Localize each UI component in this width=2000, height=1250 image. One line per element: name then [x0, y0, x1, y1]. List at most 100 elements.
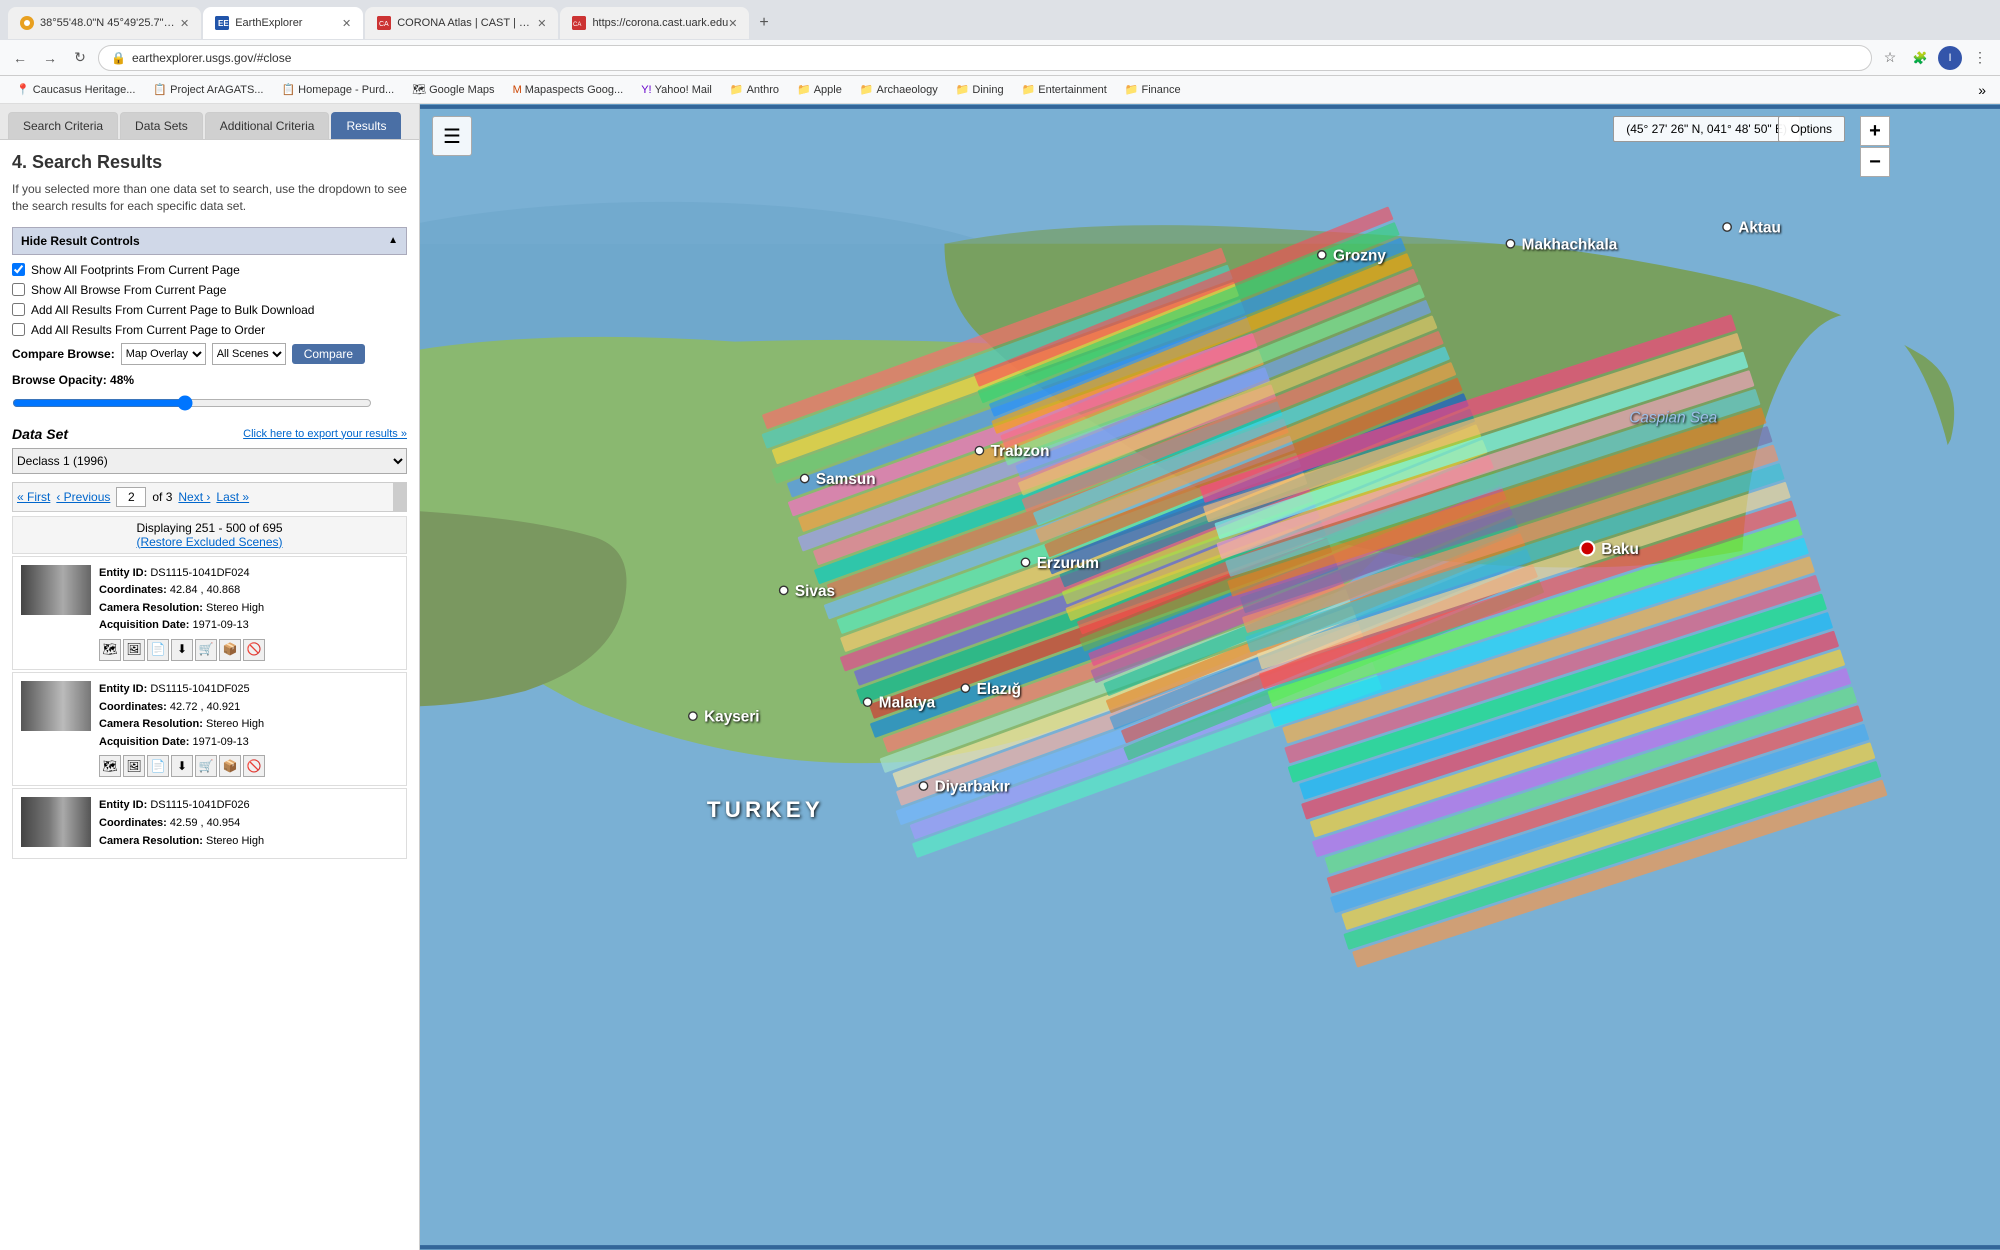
- tab-data-sets[interactable]: Data Sets: [120, 112, 203, 139]
- action-icon-2e[interactable]: 🛒: [195, 755, 217, 777]
- zoom-out-button[interactable]: −: [1860, 147, 1890, 177]
- tab-favicon-1: [20, 16, 34, 30]
- tab-favicon-2: EE: [215, 16, 229, 30]
- opacity-label: Browse Opacity: 48%: [12, 373, 134, 387]
- reload-button[interactable]: ↻: [68, 46, 92, 70]
- browser-tab-3[interactable]: CA CORONA Atlas | CAST | Univer... ✕: [365, 7, 558, 39]
- coordinates-label-2: Coordinates:: [99, 701, 167, 713]
- new-tab-button[interactable]: +: [751, 10, 776, 36]
- entity-id-value-1: DS1115-1041DF024: [150, 567, 249, 579]
- back-button[interactable]: ←: [8, 46, 32, 70]
- address-bar[interactable]: 🔒 earthexplorer.usgs.gov/#close: [98, 45, 1872, 71]
- tab-additional-criteria[interactable]: Additional Criteria: [205, 112, 330, 139]
- tab-bar: 38°55'48.0"N 45°49'25.7"E - ... ✕ EE Ear…: [0, 0, 2000, 40]
- bookmark-finance[interactable]: 📁 Finance: [1117, 81, 1189, 98]
- action-icon-2a[interactable]: 🗺: [99, 755, 121, 777]
- bookmark-mapaspects[interactable]: M Mapaspects Goog...: [505, 82, 632, 98]
- bookmark-apple[interactable]: 📁 Apple: [789, 81, 850, 98]
- action-icon-1c[interactable]: 📄: [147, 639, 169, 661]
- camera-res-value-2: Stereo High: [206, 718, 264, 730]
- action-icon-1a[interactable]: 🗺: [99, 639, 121, 661]
- scroll-handle[interactable]: [393, 482, 407, 512]
- compare-scenes-select[interactable]: All Scenes: [212, 343, 286, 365]
- app-container: Search Criteria Data Sets Additional Cri…: [0, 104, 2000, 1250]
- first-page-link[interactable]: « First: [17, 490, 50, 504]
- tab-close-2[interactable]: ✕: [342, 17, 351, 30]
- tab-close-3[interactable]: ✕: [537, 17, 546, 30]
- svg-text:TURKEY: TURKEY: [707, 797, 824, 822]
- bookmark-yahoo[interactable]: Y! Yahoo! Mail: [633, 82, 720, 98]
- tab-results[interactable]: Results: [331, 112, 401, 139]
- bookmark-button[interactable]: ☆: [1878, 46, 1902, 70]
- add-to-order-checkbox[interactable]: [12, 323, 25, 336]
- result-actions-2: 🗺 🖼 📄 ⬇ 🛒 📦 🚫: [99, 755, 398, 777]
- browser-tab-4[interactable]: CA https://corona.cast.uark.edu ✕: [560, 7, 749, 39]
- folder-icon-finance: 📁: [1125, 83, 1139, 96]
- action-icon-2f[interactable]: 📦: [219, 755, 241, 777]
- result-item-2: Entity ID: DS1115-1041DF025 Coordinates:…: [12, 672, 407, 786]
- tab-close-4[interactable]: ✕: [728, 17, 737, 30]
- checkboxes-container: Show All Footprints From Current Page Sh…: [12, 263, 407, 337]
- bookmark-icon-googlemaps: 🗺: [412, 83, 426, 96]
- extensions-button[interactable]: 🧩: [1908, 46, 1932, 70]
- checkbox-row-3: Add All Results From Current Page to Bul…: [12, 303, 407, 317]
- layers-button[interactable]: ☰: [432, 116, 472, 156]
- camera-res-label-2: Camera Resolution:: [99, 718, 203, 730]
- prev-page-link[interactable]: ‹ Previous: [56, 490, 110, 504]
- map-svg: Grozny Makhachkala Samsun Trabzon Erzuru…: [420, 104, 2000, 1250]
- result-thumbnail-3: [21, 797, 91, 847]
- bookmark-label-archaeology: Archaeology: [877, 84, 938, 96]
- next-page-link[interactable]: Next ›: [178, 490, 210, 504]
- restore-excluded-link[interactable]: (Restore Excluded Scenes): [136, 535, 282, 549]
- zoom-in-button[interactable]: +: [1860, 116, 1890, 146]
- export-results-link[interactable]: Click here to export your results »: [243, 428, 407, 440]
- bookmark-caucasus[interactable]: 📍 Caucasus Heritage...: [8, 81, 143, 98]
- map-options-button[interactable]: Options: [1778, 116, 1845, 142]
- bookmark-dining[interactable]: 📁 Dining: [948, 81, 1012, 98]
- action-icon-2c[interactable]: 📄: [147, 755, 169, 777]
- browser-tab-1[interactable]: 38°55'48.0"N 45°49'25.7"E - ... ✕: [8, 7, 201, 39]
- bookmark-aragats[interactable]: 📋 Project ArAGATS...: [145, 81, 271, 98]
- compare-button[interactable]: Compare: [292, 344, 365, 364]
- show-browse-checkbox[interactable]: [12, 283, 25, 296]
- action-icon-2g[interactable]: 🚫: [243, 755, 265, 777]
- bookmark-homepage[interactable]: 📋 Homepage - Purd...: [273, 81, 402, 98]
- controls-collapsible[interactable]: Hide Result Controls ▲: [12, 227, 407, 255]
- section-description: If you selected more than one data set t…: [12, 181, 407, 215]
- add-to-order-label: Add All Results From Current Page to Ord…: [31, 323, 265, 337]
- action-icon-2b[interactable]: 🖼: [123, 755, 145, 777]
- show-browse-label: Show All Browse From Current Page: [31, 283, 226, 297]
- bookmark-entertainment[interactable]: 📁 Entertainment: [1014, 81, 1115, 98]
- layers-icon[interactable]: ☰: [432, 116, 472, 156]
- bookmark-anthro[interactable]: 📁 Anthro: [722, 81, 787, 98]
- menu-button[interactable]: ⋮: [1968, 46, 1992, 70]
- opacity-slider[interactable]: [12, 395, 372, 411]
- map-area[interactable]: Grozny Makhachkala Samsun Trabzon Erzuru…: [420, 104, 2000, 1250]
- last-page-link[interactable]: Last »: [216, 490, 249, 504]
- bookmark-label-googlemaps: Google Maps: [429, 84, 494, 96]
- tab-search-criteria[interactable]: Search Criteria: [8, 112, 118, 139]
- opacity-value: 48%: [110, 373, 134, 387]
- action-icon-1g[interactable]: 🚫: [243, 639, 265, 661]
- camera-res-label-3: Camera Resolution:: [99, 835, 203, 847]
- tab-close-1[interactable]: ✕: [180, 17, 189, 30]
- action-icon-1d[interactable]: ⬇: [171, 639, 193, 661]
- action-icon-1f[interactable]: 📦: [219, 639, 241, 661]
- bookmark-archaeology[interactable]: 📁 Archaeology: [852, 81, 946, 98]
- dataset-select[interactable]: Declass 1 (1996) Declass 2 (2002) Declas…: [12, 448, 407, 474]
- more-bookmarks[interactable]: »: [1972, 82, 1992, 98]
- browser-tab-2[interactable]: EE EarthExplorer ✕: [203, 7, 363, 39]
- action-icon-1b[interactable]: 🖼: [123, 639, 145, 661]
- action-icon-2d[interactable]: ⬇: [171, 755, 193, 777]
- bookmark-googlemaps[interactable]: 🗺 Google Maps: [404, 81, 502, 98]
- compare-mode-select[interactable]: Map Overlay: [121, 343, 206, 365]
- page-number-input[interactable]: [116, 487, 146, 507]
- action-icon-1e[interactable]: 🛒: [195, 639, 217, 661]
- forward-button[interactable]: →: [38, 46, 62, 70]
- camera-res-row-1: Camera Resolution: Stereo High: [99, 600, 398, 618]
- show-footprints-checkbox[interactable]: [12, 263, 25, 276]
- profile-button[interactable]: I: [1938, 46, 1962, 70]
- left-panel: Search Criteria Data Sets Additional Cri…: [0, 104, 420, 1250]
- bulk-download-checkbox[interactable]: [12, 303, 25, 316]
- tab-label-2: EarthExplorer: [235, 17, 302, 29]
